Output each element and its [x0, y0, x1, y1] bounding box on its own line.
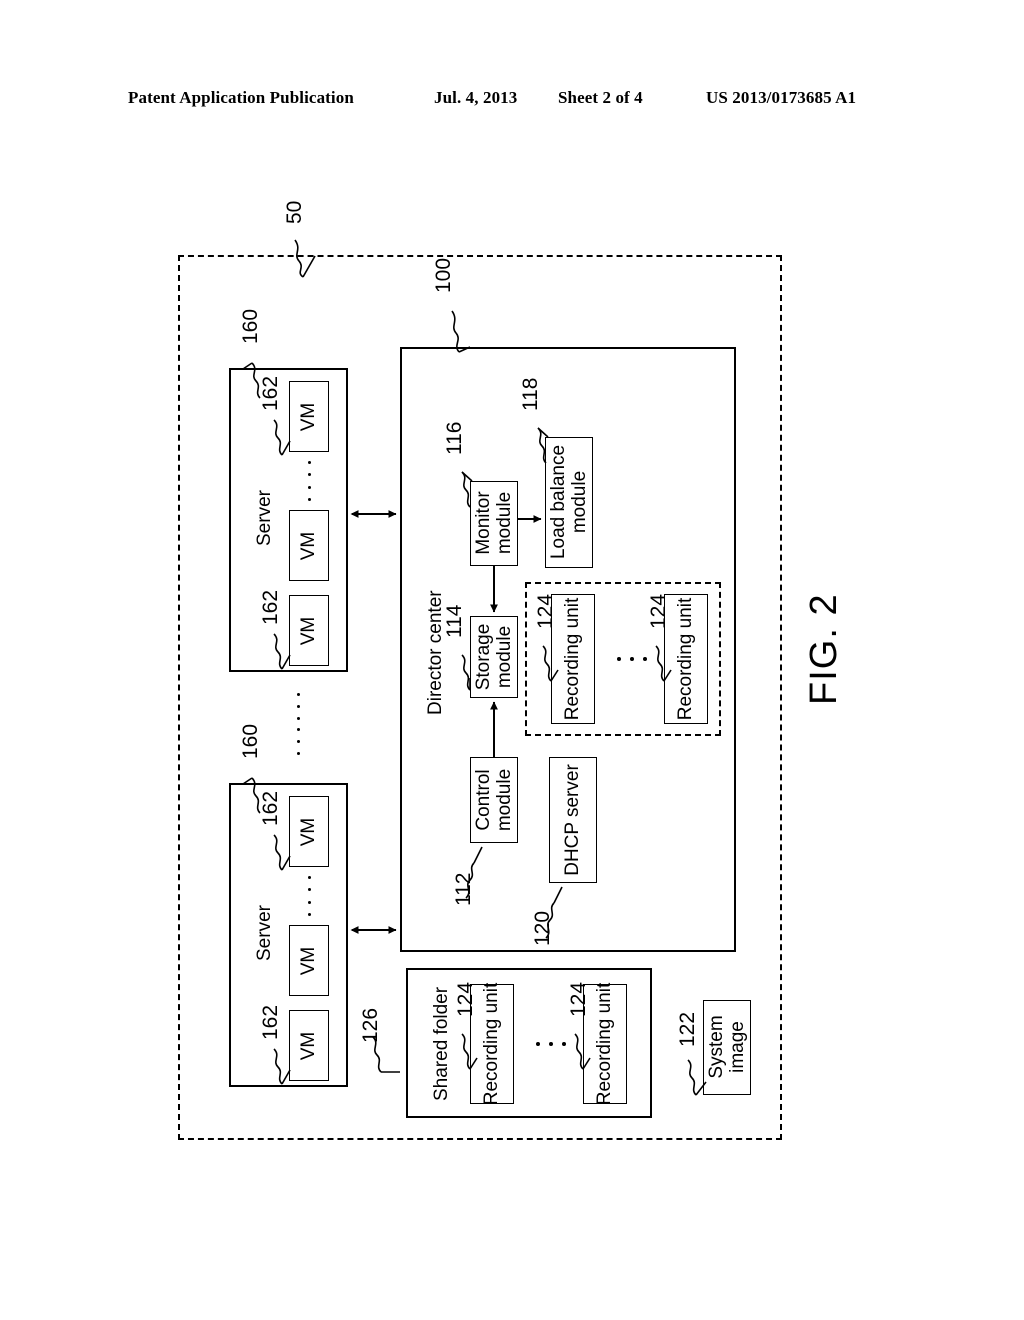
header-sheet-number: Sheet 2 of 4 — [558, 88, 643, 107]
ref-label-126: 126 — [359, 1007, 382, 1043]
vm-1-2-label: VM — [298, 531, 320, 561]
shared-folder-recording-unit-label-1: Recording unit — [481, 982, 503, 1106]
vm-2-1-label: VM — [298, 817, 320, 847]
header-date: Jul. 4, 2013 — [434, 88, 518, 107]
vm-1-3-label: VM — [298, 616, 320, 646]
vm-2-3-label: VM — [298, 1031, 320, 1061]
control-module-label-line1: Control — [473, 769, 495, 831]
ref-label-116: 116 — [443, 421, 466, 455]
storage-module-label-line2: module — [494, 625, 516, 689]
ref-label-118: 118 — [519, 377, 542, 411]
servers-ellipsis — [296, 693, 300, 755]
ref-label-160-server-1: 160 — [239, 308, 262, 344]
vm-2-2-label: VM — [298, 946, 320, 976]
ref-label-100: 100 — [432, 257, 455, 293]
control-module-label-line2: module — [494, 768, 516, 832]
figure-caption: FIG. 2 — [803, 593, 845, 705]
ref-label-124-shared-1: 124 — [454, 981, 477, 1017]
system-image-label-line1: System — [706, 1015, 728, 1079]
ref-label-124-storage-1: 124 — [534, 593, 557, 629]
storage-module-label-line1: Storage — [473, 623, 495, 691]
load-balance-module-label-line1: Load balance — [548, 444, 570, 560]
system-image-label-line2: image — [727, 1021, 749, 1073]
ref-label-162-vm-2-3: 162 — [259, 1004, 282, 1040]
dhcp-server-label: DHCP server — [562, 764, 584, 876]
vm-1-1-label: VM — [298, 402, 320, 432]
shared-folder-recording-units-ellipsis — [536, 1042, 566, 1046]
storage-recording-units-ellipsis — [617, 657, 647, 661]
ref-label-162-vm-2-1: 162 — [259, 790, 282, 826]
server-1-vm-ellipsis — [307, 461, 311, 501]
load-balance-module-label-line2: module — [569, 470, 591, 534]
ref-label-114: 114 — [443, 604, 466, 638]
monitor-module-label-line1: Monitor — [473, 491, 495, 555]
shared-folder-label: Shared folder — [431, 986, 452, 1101]
ref-label-124-shared-2: 124 — [567, 981, 590, 1017]
ref-label-122: 122 — [676, 1011, 699, 1047]
page-header: Patent Application Publication Jul. 4, 2… — [0, 88, 1024, 116]
server-2-label: Server — [254, 905, 275, 961]
ref-label-162-vm-1-3: 162 — [259, 589, 282, 625]
ref-label-160-server-2: 160 — [239, 723, 262, 759]
server-1-label: Server — [254, 490, 275, 546]
server-2-vm-ellipsis — [307, 876, 311, 916]
ref-label-112: 112 — [452, 872, 475, 906]
ref-label-162-vm-1-1: 162 — [259, 375, 282, 411]
ref-label-124-storage-2: 124 — [647, 593, 670, 629]
ref-label-50: 50 — [283, 200, 306, 224]
monitor-module-label-line2: module — [494, 491, 516, 555]
shared-folder-recording-unit-label-2: Recording unit — [594, 982, 616, 1106]
ref-label-120: 120 — [531, 910, 554, 946]
storage-recording-unit-label-2: Recording unit — [675, 597, 697, 721]
header-publication: Patent Application Publication — [128, 88, 354, 107]
header-patent-number: US 2013/0173685 A1 — [706, 88, 857, 107]
storage-recording-unit-label-1: Recording unit — [562, 597, 584, 721]
